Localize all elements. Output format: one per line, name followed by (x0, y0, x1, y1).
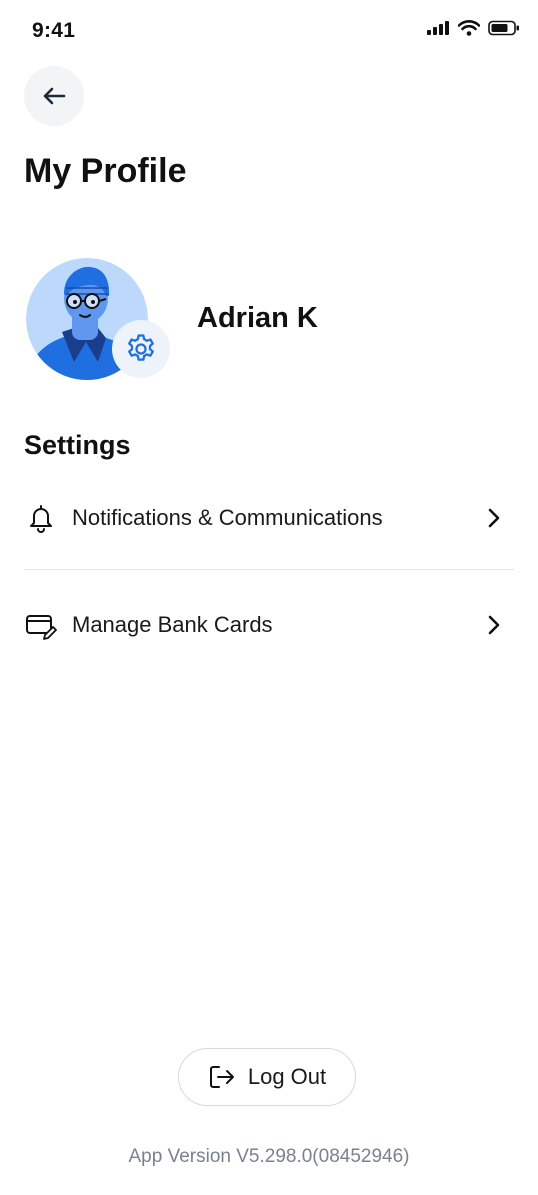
battery-icon (488, 20, 519, 36)
profile-name: Adrian K (197, 302, 318, 334)
settings-item-notifications[interactable]: Notifications & Communications (24, 488, 514, 548)
avatar-settings-button[interactable] (112, 320, 170, 378)
settings-item-label: Notifications & Communications (72, 505, 383, 530)
settings-item-label: Manage Bank Cards (72, 612, 273, 637)
page-title: My Profile (24, 152, 187, 190)
logout-label: Log Out (247, 1064, 327, 1089)
signal-icon (427, 21, 449, 35)
chevron-right-icon (482, 613, 506, 637)
status-icons (426, 20, 520, 36)
logout-icon (209, 1066, 234, 1088)
bank-card-icon (24, 608, 58, 642)
chevron-right-icon (482, 506, 506, 530)
settings-item-bank-cards[interactable]: Manage Bank Cards (24, 595, 514, 655)
settings-section-title: Settings (24, 430, 131, 460)
back-button[interactable] (24, 66, 84, 126)
gear-icon (128, 334, 154, 361)
logout-button[interactable]: Log Out (178, 1048, 356, 1106)
divider (24, 569, 514, 570)
app-version: App Version V5.298.0(08452946) (128, 1146, 410, 1167)
arrow-left-icon (43, 87, 66, 105)
wifi-icon (458, 20, 480, 36)
status-bar: 9:41 (0, 0, 538, 62)
profile-avatar-group (26, 258, 172, 382)
bell-icon (24, 501, 58, 535)
status-time: 9:41 (32, 19, 76, 42)
